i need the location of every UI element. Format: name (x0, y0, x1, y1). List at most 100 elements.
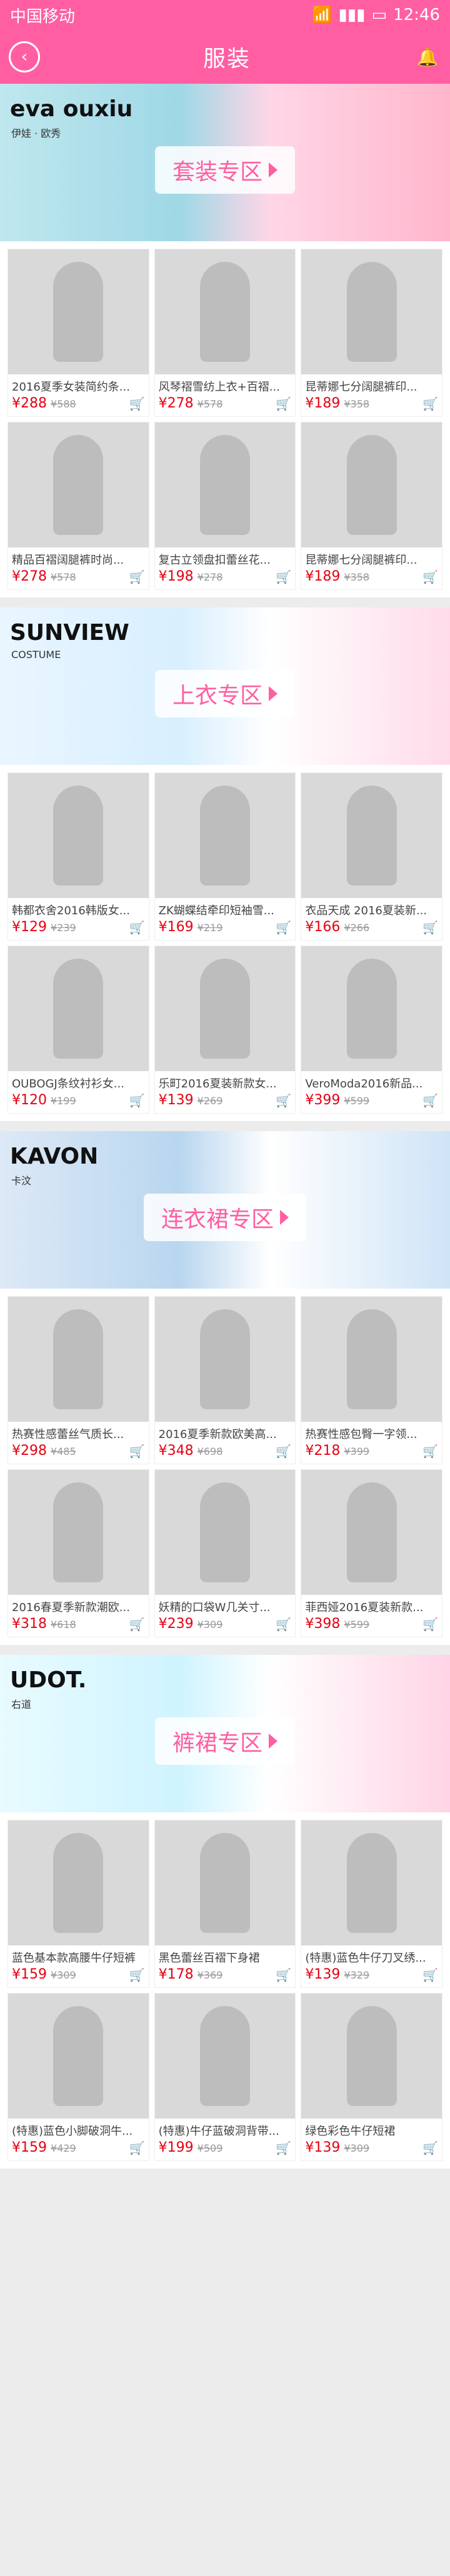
cart-icon[interactable]: 🛒 (129, 1967, 145, 1982)
product-card[interactable]: 热赛性感包臀一字领... ¥218 ¥399 🛒 (301, 1296, 442, 1464)
product-card[interactable]: 衣品天成 2016夏装新... ¥166 ¥266 🛒 (301, 772, 442, 941)
cart-icon[interactable]: 🛒 (422, 1444, 438, 1459)
cart-icon[interactable]: 🛒 (276, 1967, 291, 1982)
product-card[interactable]: (特惠)蓝色小脚破洞牛... ¥159 ¥429 🛒 (8, 1993, 149, 2161)
section-banner[interactable]: KAVON 卡汶 连衣裙专区 (0, 1131, 450, 1289)
bell-icon[interactable]: 🔔 (414, 43, 441, 71)
back-icon[interactable]: ‹ (9, 41, 40, 72)
section-link-label: 上衣专区 (172, 683, 263, 709)
section-banner[interactable]: SUNVIEW COSTUME 上衣专区 (0, 607, 450, 765)
model-image (346, 1309, 397, 1409)
product-card[interactable]: 复古立领盘扣蕾丝花... ¥198 ¥278 🛒 (154, 422, 296, 590)
product-card[interactable]: 热赛性感蕾丝气质长... ¥298 ¥485 🛒 (8, 1296, 149, 1464)
price-group: ¥278 ¥578 (159, 396, 223, 411)
product-image[interactable] (154, 249, 296, 374)
product-image[interactable] (301, 1470, 442, 1595)
cart-icon[interactable]: 🛒 (276, 396, 291, 411)
brand-logo: SUNVIEW (10, 620, 129, 646)
section-link[interactable]: 套装专区 (154, 146, 296, 194)
product-card[interactable]: 精品百褶阔腿裤时尚... ¥278 ¥578 🛒 (8, 422, 149, 590)
brand-logo: UDOT. (10, 1667, 87, 1693)
product-image[interactable] (8, 946, 149, 1071)
cart-icon[interactable]: 🛒 (129, 2140, 145, 2155)
product-image[interactable] (154, 422, 296, 547)
section-link-label: 连衣裙专区 (161, 1207, 274, 1232)
cart-icon[interactable]: 🛒 (422, 2140, 438, 2155)
product-image[interactable] (301, 946, 442, 1071)
product-old-price: ¥429 (51, 2142, 76, 2154)
product-card[interactable]: 妖精的口袋W几关寸... ¥239 ¥309 🛒 (154, 1469, 296, 1637)
wifi-icon: 📶 (312, 6, 332, 24)
product-card[interactable]: OUBOGJ条纹衬衫女... ¥120 ¥199 🛒 (8, 946, 149, 1114)
product-name: 绿色彩色牛仔短裙 (305, 2125, 396, 2138)
product-price: ¥166 (305, 919, 341, 935)
product-card[interactable]: 菲西娅2016夏装新款... ¥398 ¥599 🛒 (301, 1469, 442, 1637)
cart-icon[interactable]: 🛒 (276, 569, 291, 584)
section-link[interactable]: 上衣专区 (154, 670, 296, 717)
product-card[interactable]: (特惠)蓝色牛仔刀叉绣... ¥139 ¥329 🛒 (301, 1820, 442, 1988)
product-card[interactable]: 绿色彩色牛仔短裙 ¥139 ¥309 🛒 (301, 1993, 442, 2161)
product-image[interactable] (8, 1994, 149, 2119)
product-card[interactable]: ZK蝴蝶结牵印短袖雪... ¥169 ¥219 🛒 (154, 772, 296, 941)
product-card[interactable]: 乐町2016夏装新款女... ¥139 ¥269 🛒 (154, 946, 296, 1114)
cart-icon[interactable]: 🛒 (276, 1093, 291, 1108)
product-price: ¥139 (305, 1967, 341, 1982)
section-banner[interactable]: UDOT. 右道 裤裙专区 (0, 1655, 450, 1812)
product-image[interactable] (301, 1820, 442, 1945)
cart-icon[interactable]: 🛒 (276, 1444, 291, 1459)
product-image[interactable] (8, 1470, 149, 1595)
cart-icon[interactable]: 🛒 (422, 1617, 438, 1632)
cart-icon[interactable]: 🛒 (129, 396, 145, 411)
product-image[interactable] (301, 422, 442, 547)
cart-icon[interactable]: 🛒 (129, 1617, 145, 1632)
section-link[interactable]: 连衣裙专区 (143, 1194, 307, 1241)
product-card[interactable]: 蓝色基本款高腰牛仔短裤 ¥159 ¥309 🛒 (8, 1820, 149, 1988)
cart-icon[interactable]: 🛒 (129, 1444, 145, 1459)
product-card[interactable]: 昆蒂娜七分阔腿裤印... ¥189 ¥358 🛒 (301, 249, 442, 417)
cart-icon[interactable]: 🛒 (422, 920, 438, 935)
product-card[interactable]: 2016春夏季新款潮欧... ¥318 ¥618 🛒 (8, 1469, 149, 1637)
product-image[interactable] (8, 422, 149, 547)
product-image[interactable] (8, 773, 149, 898)
product-card[interactable]: (特惠)牛仔蓝破洞背带... ¥199 ¥509 🛒 (154, 1993, 296, 2161)
product-card[interactable]: 风琴褶雪纺上衣+百褶... ¥278 ¥578 🛒 (154, 249, 296, 417)
price-row: ¥159 ¥429 🛒 (8, 2140, 149, 2160)
product-card[interactable]: 2016夏季女装简约条... ¥288 ¥588 🛒 (8, 249, 149, 417)
cart-icon[interactable]: 🛒 (422, 396, 438, 411)
section-banner[interactable]: eva ouxiu 伊娃 · 欧秀 套装专区 (0, 84, 450, 241)
product-old-price: ¥219 (197, 922, 223, 934)
product-image[interactable] (154, 1820, 296, 1945)
product-image[interactable] (154, 1470, 296, 1595)
price-row: ¥298 ¥485 🛒 (8, 1443, 149, 1464)
cart-icon[interactable]: 🛒 (422, 1093, 438, 1108)
product-card[interactable]: VeroModa2016新品... ¥399 ¥599 🛒 (301, 946, 442, 1114)
cart-icon[interactable]: 🛒 (276, 1617, 291, 1632)
cart-icon[interactable]: 🛒 (422, 1967, 438, 1982)
product-image[interactable] (154, 773, 296, 898)
product-image[interactable] (154, 946, 296, 1071)
product-image[interactable] (8, 249, 149, 374)
product-image[interactable] (301, 773, 442, 898)
product-image[interactable] (301, 1297, 442, 1422)
product-card[interactable]: 2016夏季新款欧美高... ¥348 ¥698 🛒 (154, 1296, 296, 1464)
model-image (346, 786, 397, 886)
product-image[interactable] (154, 1994, 296, 2119)
product-card[interactable]: 黑色蕾丝百褶下身裙 ¥178 ¥369 🛒 (154, 1820, 296, 1988)
cart-icon[interactable]: 🛒 (129, 1093, 145, 1108)
product-image[interactable] (301, 249, 442, 374)
product-card[interactable]: 昆蒂娜七分阔腿裤印... ¥189 ¥358 🛒 (301, 422, 442, 590)
cart-icon[interactable]: 🛒 (276, 2140, 291, 2155)
section-link[interactable]: 裤裙专区 (154, 1717, 296, 1765)
product-image[interactable] (8, 1820, 149, 1945)
product-image[interactable] (154, 1297, 296, 1422)
product-image[interactable] (8, 1297, 149, 1422)
model-image (53, 959, 104, 1059)
cart-icon[interactable]: 🛒 (129, 920, 145, 935)
product-old-price: ¥599 (344, 1095, 370, 1107)
cart-icon[interactable]: 🛒 (276, 920, 291, 935)
product-image[interactable] (301, 1994, 442, 2119)
cart-icon[interactable]: 🛒 (129, 569, 145, 584)
product-old-price: ¥698 (197, 1445, 223, 1457)
product-card[interactable]: 韩都衣舍2016韩版女... ¥129 ¥239 🛒 (8, 772, 149, 941)
cart-icon[interactable]: 🛒 (422, 569, 438, 584)
